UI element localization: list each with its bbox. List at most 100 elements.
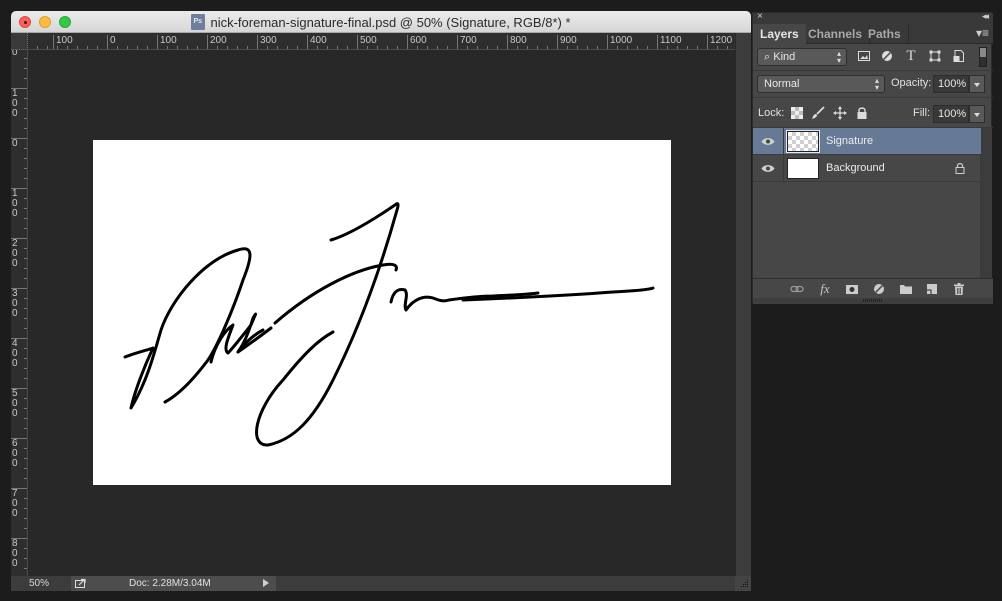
fill-input[interactable]: 100% <box>933 105 969 123</box>
ruler-minor-tick <box>24 208 27 209</box>
image-filter-icon[interactable] <box>857 49 871 63</box>
layer-name[interactable]: Background <box>826 155 885 182</box>
ruler-tick-label: 600 <box>11 438 27 469</box>
zoom-level[interactable]: 50% <box>29 576 49 591</box>
layer-name[interactable]: Signature <box>826 128 873 155</box>
ruler-minor-tick <box>24 478 27 479</box>
lock-all-icon[interactable] <box>855 106 869 120</box>
ruler-tick-label: 1000 <box>607 35 632 49</box>
shape-filter-icon[interactable] <box>928 49 942 63</box>
status-menu-arrow-icon[interactable] <box>263 579 269 587</box>
filter-toggle-switch[interactable] <box>979 47 987 67</box>
visibility-toggle[interactable] <box>753 128 784 155</box>
signature-stroke-tail <box>461 286 655 302</box>
panel-footer: fx <box>753 278 993 298</box>
window-resize-grip[interactable] <box>735 576 751 591</box>
link-layers-icon[interactable] <box>790 282 804 296</box>
canvas-area[interactable] <box>29 51 735 576</box>
ruler-minor-tick <box>24 288 27 289</box>
ruler-minor-tick <box>597 46 598 49</box>
ruler-minor-tick <box>617 46 618 49</box>
filter-kind-value: Kind <box>773 51 796 63</box>
vertical-scrollbar[interactable] <box>735 33 751 576</box>
layers-scrollbar[interactable] <box>981 128 992 278</box>
fill-dropdown-button[interactable] <box>969 105 985 123</box>
layer-locked-icon[interactable] <box>955 162 965 174</box>
delete-layer-icon[interactable] <box>952 282 966 296</box>
fx-icon[interactable]: fx <box>818 282 832 296</box>
ruler-minor-tick <box>24 328 27 329</box>
blend-mode-select[interactable]: Normal ▴ ▾ <box>757 75 885 93</box>
ruler-tick-label: 0 <box>107 35 116 49</box>
vertical-ruler[interactable]: 001000100200300400500600700800 <box>11 50 28 576</box>
eye-icon <box>761 165 775 172</box>
ruler-minor-tick <box>24 88 27 89</box>
ruler-tick-label: 100 <box>53 35 73 49</box>
ruler-tick-label: 500 <box>11 388 27 419</box>
new-group-icon[interactable] <box>899 282 913 296</box>
ruler-minor-tick <box>24 378 27 379</box>
panel-tabs: Layers Channels Paths ▾≡ <box>753 24 993 45</box>
ruler-minor-tick <box>537 46 538 49</box>
new-layer-icon[interactable] <box>925 282 939 296</box>
share-icon[interactable] <box>75 578 87 588</box>
lock-transparent-pixels-icon[interactable] <box>790 106 804 120</box>
layer-mask-icon[interactable] <box>845 282 859 296</box>
layer-thumbnail <box>787 158 819 179</box>
ruler-minor-tick <box>727 46 728 49</box>
panel-resize-handle[interactable] <box>753 298 993 304</box>
ruler-minor-tick <box>227 46 228 49</box>
ruler-minor-tick <box>24 98 27 99</box>
signature-stroke-a <box>209 312 273 364</box>
ruler-minor-tick <box>667 46 668 49</box>
layer-row-background[interactable]: Background <box>753 155 981 182</box>
eye-icon <box>761 138 775 145</box>
horizontal-ruler[interactable]: 100 0 100 200 300 400 500 600 700 800 900 1000 1100 1… <box>28 33 735 50</box>
ruler-minor-tick <box>67 46 68 49</box>
signature-stroke-t <box>236 328 265 354</box>
ruler-minor-tick <box>24 448 27 449</box>
ruler-minor-tick <box>47 46 48 49</box>
document-canvas[interactable] <box>93 140 671 485</box>
lock-position-move-icon[interactable] <box>833 106 847 120</box>
ruler-tick-label: 1200 <box>707 35 732 49</box>
ruler-minor-tick <box>24 218 27 219</box>
ruler-minor-tick <box>24 558 27 559</box>
ruler-minor-tick <box>24 58 27 59</box>
adjustment-layer-icon[interactable] <box>872 282 886 296</box>
status-bar: 50% Doc: 2.28M/3.04M <box>11 576 751 591</box>
ruler-minor-tick <box>24 408 27 409</box>
ruler-tick-label: 800 <box>11 538 27 569</box>
ruler-minor-tick <box>417 46 418 49</box>
ruler-origin[interactable] <box>11 33 28 50</box>
opacity-dropdown-button[interactable] <box>969 75 985 93</box>
ruler-minor-tick <box>577 46 578 49</box>
tab-channels[interactable]: Channels <box>801 24 871 44</box>
ruler-tick-label: 100 <box>11 88 27 119</box>
ruler-minor-tick <box>317 46 318 49</box>
panel-close-icon[interactable]: × <box>757 11 763 22</box>
type-filter-icon[interactable]: T <box>904 49 918 64</box>
ruler-minor-tick <box>24 488 27 489</box>
panel-menu-icon[interactable]: ▾≡ <box>976 26 989 40</box>
smart-object-filter-icon[interactable] <box>952 49 966 63</box>
filter-kind-select[interactable]: ⌕ Kind ▴ ▾ <box>757 48 847 66</box>
opacity-input[interactable]: 100% <box>933 75 969 93</box>
tab-layers[interactable]: Layers <box>753 24 806 45</box>
collapse-panel-icon[interactable]: ◂◂ <box>982 11 989 22</box>
photoshop-workspace: nick-foreman-signature-final.psd @ 50% (… <box>0 0 1002 601</box>
doc-info-box[interactable]: Doc: 2.28M/3.04M <box>71 576 276 591</box>
visibility-toggle[interactable] <box>753 155 784 182</box>
lock-image-pixels-brush-icon[interactable] <box>811 106 825 120</box>
tab-paths[interactable]: Paths <box>861 24 909 44</box>
ruler-minor-tick <box>387 46 388 49</box>
adjustment-filter-icon[interactable] <box>880 49 894 63</box>
ruler-tick-label: 700 <box>11 488 27 519</box>
ruler-minor-tick <box>117 46 118 49</box>
ruler-minor-tick <box>24 468 27 469</box>
panel-header[interactable]: × ◂◂ <box>753 11 993 24</box>
layer-row-signature[interactable]: Signature <box>753 128 981 155</box>
ruler-minor-tick <box>24 318 27 319</box>
title-bar[interactable]: nick-foreman-signature-final.psd @ 50% (… <box>11 11 751 33</box>
ruler-minor-tick <box>24 538 27 539</box>
